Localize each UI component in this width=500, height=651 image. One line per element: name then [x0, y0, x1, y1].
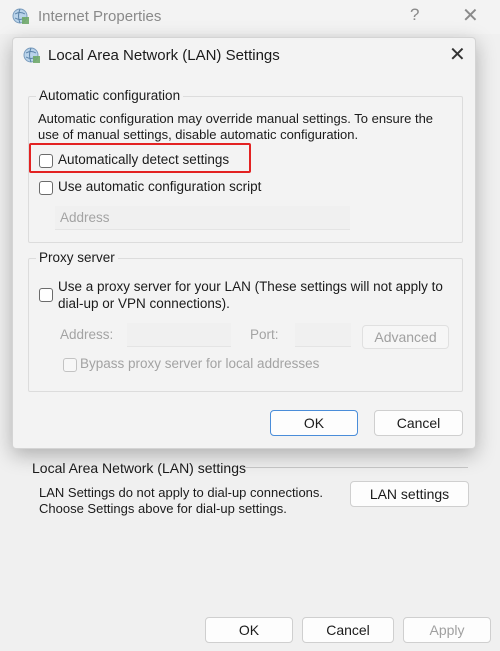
help-icon[interactable]: ?	[410, 5, 419, 25]
auto-config-script-checkbox[interactable]	[39, 181, 53, 195]
dialog-ok-button[interactable]: OK	[270, 410, 358, 436]
auto-config-description-line-2: use of manual settings, disable automati…	[38, 127, 359, 142]
dialog-title: Local Area Network (LAN) Settings	[48, 47, 280, 64]
footer-ok-button[interactable]: OK	[205, 617, 293, 643]
proxy-address-field[interactable]	[127, 323, 231, 347]
lan-info-text: LAN Settings do not apply to dial-up con…	[39, 485, 323, 517]
lan-settings-dialog: Local Area Network (LAN) Settings ✕ Auto…	[12, 37, 476, 449]
auto-config-description-line-1: Automatic configuration may override man…	[38, 111, 434, 126]
lan-section-label: Local Area Network (LAN) settings	[32, 460, 246, 476]
highlight-box	[29, 143, 251, 173]
proxy-server-label: Proxy server	[36, 250, 118, 265]
proxy-address-label: Address:	[60, 327, 114, 342]
dialog-close-icon[interactable]: ✕	[449, 42, 466, 67]
auto-config-script-label[interactable]: Use automatic configuration script	[58, 179, 261, 194]
auto-config-address-field[interactable]: Address	[55, 206, 350, 230]
auto-config-description: Automatic configuration may override man…	[38, 111, 433, 143]
footer-apply-button[interactable]: Apply	[403, 617, 491, 643]
background-close-icon[interactable]: ✕	[462, 3, 479, 28]
lan-section-divider	[243, 467, 468, 468]
automatic-configuration-label: Automatic configuration	[36, 88, 184, 103]
network-settings-icon	[23, 47, 40, 63]
lan-info-line-2: Choose Settings above for dial-up settin…	[39, 501, 287, 516]
lan-info-line-1: LAN Settings do not apply to dial-up con…	[39, 485, 324, 500]
advanced-button[interactable]: Advanced	[362, 325, 449, 349]
lan-settings-button[interactable]: LAN settings	[350, 481, 469, 507]
use-proxy-label[interactable]: Use a proxy server for your LAN (These s…	[58, 278, 443, 312]
proxy-server-group: Proxy server Use a proxy server for your…	[28, 250, 463, 392]
proxy-port-field[interactable]	[295, 323, 351, 347]
internet-globe-icon	[12, 8, 29, 24]
use-proxy-label-line-1: Use a proxy server for your LAN (These s…	[58, 279, 443, 294]
footer-cancel-button[interactable]: Cancel	[302, 617, 394, 643]
bypass-proxy-checkbox[interactable]	[63, 358, 77, 372]
use-proxy-checkbox[interactable]	[39, 288, 53, 302]
bypass-proxy-label[interactable]: Bypass proxy server for local addresses	[80, 356, 319, 371]
auto-config-address-placeholder: Address	[60, 210, 110, 225]
proxy-port-label: Port:	[250, 327, 279, 342]
dialog-cancel-button[interactable]: Cancel	[374, 410, 463, 436]
background-window-title: Internet Properties	[38, 8, 162, 25]
use-proxy-label-line-2: dial-up or VPN connections).	[58, 296, 230, 311]
